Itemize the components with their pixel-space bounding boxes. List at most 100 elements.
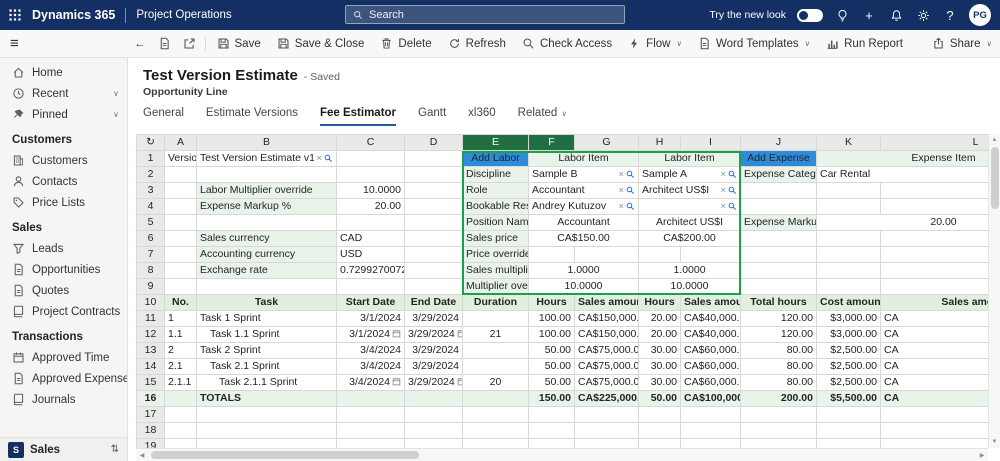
lookup-search-icon[interactable] bbox=[728, 170, 737, 179]
sheet-cell[interactable]: Architect US$I bbox=[638, 214, 741, 231]
horizontal-scrollbar[interactable]: ◀ ▶ bbox=[136, 448, 988, 461]
sheet-cell[interactable] bbox=[528, 438, 575, 448]
tab-xl360[interactable]: xl360 bbox=[468, 107, 496, 126]
calendar-icon[interactable] bbox=[392, 377, 401, 386]
word-templates-button[interactable]: Word Templates ∨ bbox=[690, 30, 818, 57]
sheet-cell[interactable]: 3/4/2024 bbox=[336, 374, 405, 391]
sheet-cell[interactable]: 2 bbox=[164, 342, 197, 359]
save-and-close-button[interactable]: Save & Close bbox=[269, 30, 373, 57]
sheet-cell[interactable]: CA bbox=[880, 390, 988, 407]
sheet-cell[interactable]: 20.00 bbox=[816, 214, 988, 231]
row-header[interactable]: 12 bbox=[136, 326, 165, 343]
sheet-cell[interactable]: USD bbox=[336, 246, 405, 263]
sheet-cell[interactable]: 20 bbox=[462, 374, 529, 391]
sheet-cell[interactable]: Accountant × bbox=[528, 182, 639, 199]
sheet-cell[interactable] bbox=[816, 406, 881, 423]
sheet-cell[interactable] bbox=[404, 166, 463, 183]
sheet-cell[interactable] bbox=[462, 342, 529, 359]
calendar-icon[interactable] bbox=[457, 329, 463, 338]
sheet-cell[interactable]: Architect US$I × bbox=[638, 182, 741, 199]
sheet-cell[interactable] bbox=[528, 246, 575, 263]
delete-button[interactable]: Delete bbox=[372, 30, 439, 57]
lookup-search-icon[interactable] bbox=[324, 154, 333, 163]
sheet-cell[interactable]: TOTALS bbox=[196, 390, 337, 407]
sheet-cell[interactable]: 50.00 bbox=[638, 390, 681, 407]
sheet-cell[interactable]: 50.00 bbox=[528, 374, 575, 391]
tab-related[interactable]: Related ∨ bbox=[518, 107, 567, 126]
sheet-cell[interactable]: Task 2.1 Sprint bbox=[196, 358, 337, 375]
column-header-C[interactable]: C bbox=[336, 134, 405, 151]
new-look-toggle[interactable] bbox=[797, 8, 823, 22]
sheet-cell[interactable] bbox=[462, 406, 529, 423]
vertical-scroll-thumb[interactable] bbox=[991, 147, 999, 209]
column-header-I[interactable]: I bbox=[680, 134, 741, 151]
sheet-cell[interactable]: Task 1.1 Sprint bbox=[196, 326, 337, 343]
sheet-cell[interactable]: Andrey Kutuzov × bbox=[528, 198, 639, 215]
sheet-cell[interactable] bbox=[196, 422, 337, 439]
run-report-button[interactable]: Run Report bbox=[818, 30, 911, 57]
lookup-search-icon[interactable] bbox=[728, 186, 737, 195]
sheet-cell[interactable]: 3/29/2024 bbox=[404, 342, 463, 359]
sheet-cell[interactable] bbox=[740, 422, 817, 439]
sheet-cell[interactable]: CA bbox=[880, 358, 988, 375]
waffle-icon[interactable] bbox=[0, 0, 30, 30]
column-header-A[interactable]: A bbox=[164, 134, 197, 151]
column-header-L[interactable]: L bbox=[880, 134, 988, 151]
sheet-cell[interactable] bbox=[816, 198, 881, 215]
sheet-cell[interactable]: End Date bbox=[404, 294, 463, 311]
sidebar-item-project-contracts[interactable]: Project Contracts bbox=[0, 301, 127, 322]
sheet-cell[interactable]: Sales amount bbox=[574, 294, 639, 311]
sheet-cell[interactable] bbox=[164, 230, 197, 247]
sheet-cell[interactable]: $3,000.00 bbox=[816, 310, 881, 327]
sheet-cell[interactable]: 1.0000 bbox=[528, 262, 639, 279]
bell-icon[interactable] bbox=[888, 7, 904, 23]
sheet-cell[interactable] bbox=[404, 390, 463, 407]
lookup-search-icon[interactable] bbox=[626, 202, 635, 211]
sheet-cell[interactable] bbox=[880, 246, 988, 263]
lookup-search-icon[interactable] bbox=[728, 202, 737, 211]
sheet-cell[interactable] bbox=[336, 150, 405, 167]
sheet-cell[interactable] bbox=[740, 438, 817, 448]
clear-icon[interactable]: × bbox=[617, 168, 625, 182]
sheet-cell[interactable] bbox=[740, 262, 817, 279]
sidebar-item-opportunities[interactable]: Opportunities bbox=[0, 259, 127, 280]
sheet-cell[interactable]: Exchange rate bbox=[196, 262, 337, 279]
back-button[interactable]: ← bbox=[128, 30, 152, 57]
scroll-up-arrow[interactable]: ▲ bbox=[989, 134, 1000, 146]
global-search-input[interactable]: Search bbox=[345, 5, 625, 24]
sheet-cell[interactable] bbox=[638, 246, 681, 263]
sheet-cell[interactable]: Car Rental bbox=[816, 166, 988, 183]
sheet-cell[interactable]: 3/29/2024 bbox=[404, 358, 463, 375]
sheet-cell[interactable]: Sample B × bbox=[528, 166, 639, 183]
sheet-cell[interactable]: 1.1 bbox=[164, 326, 197, 343]
sheet-cell[interactable]: CA$75,000.00 bbox=[574, 342, 639, 359]
sheet-cell[interactable]: 50.00 bbox=[528, 342, 575, 359]
tab-fee-estimator[interactable]: Fee Estimator bbox=[319, 107, 397, 126]
sheet-cell[interactable]: 3/1/2024 bbox=[336, 310, 405, 327]
sheet-cell[interactable]: $2,500.00 bbox=[816, 358, 881, 375]
sheet-cell[interactable] bbox=[196, 278, 337, 295]
sheet-cell[interactable]: CA bbox=[880, 374, 988, 391]
sheet-cell[interactable]: Discipline bbox=[462, 166, 529, 183]
sheet-cell[interactable] bbox=[164, 198, 197, 215]
sheet-cell[interactable]: CA bbox=[880, 342, 988, 359]
row-header[interactable]: 14 bbox=[136, 358, 165, 375]
column-header-J[interactable]: J bbox=[740, 134, 817, 151]
row-header[interactable]: 18 bbox=[136, 422, 165, 439]
sheet-cell[interactable]: CA$150,000.00 bbox=[574, 310, 639, 327]
sheet-cell[interactable] bbox=[680, 406, 741, 423]
sheet-cell[interactable]: Sales amount bbox=[880, 294, 988, 311]
sheet-cell[interactable]: CA$60,000.00 bbox=[680, 342, 741, 359]
sheet-cell[interactable]: 3/4/2024 bbox=[336, 342, 405, 359]
sheet-cell[interactable]: CA$75,000.00 bbox=[574, 374, 639, 391]
row-header[interactable]: 19 bbox=[136, 438, 165, 448]
sidebar-item-customers[interactable]: Customers bbox=[0, 150, 127, 171]
sheet-cell[interactable] bbox=[740, 406, 817, 423]
sheet-cell[interactable]: Task 2 Sprint bbox=[196, 342, 337, 359]
row-header[interactable]: 7 bbox=[136, 246, 165, 263]
sheet-cell[interactable]: CA$150,000.00 bbox=[574, 326, 639, 343]
sheet-cell[interactable] bbox=[680, 438, 741, 448]
sheet-cell[interactable]: 2.1 bbox=[164, 358, 197, 375]
sheet-cell[interactable]: 30.00 bbox=[638, 374, 681, 391]
column-header-G[interactable]: G bbox=[574, 134, 639, 151]
